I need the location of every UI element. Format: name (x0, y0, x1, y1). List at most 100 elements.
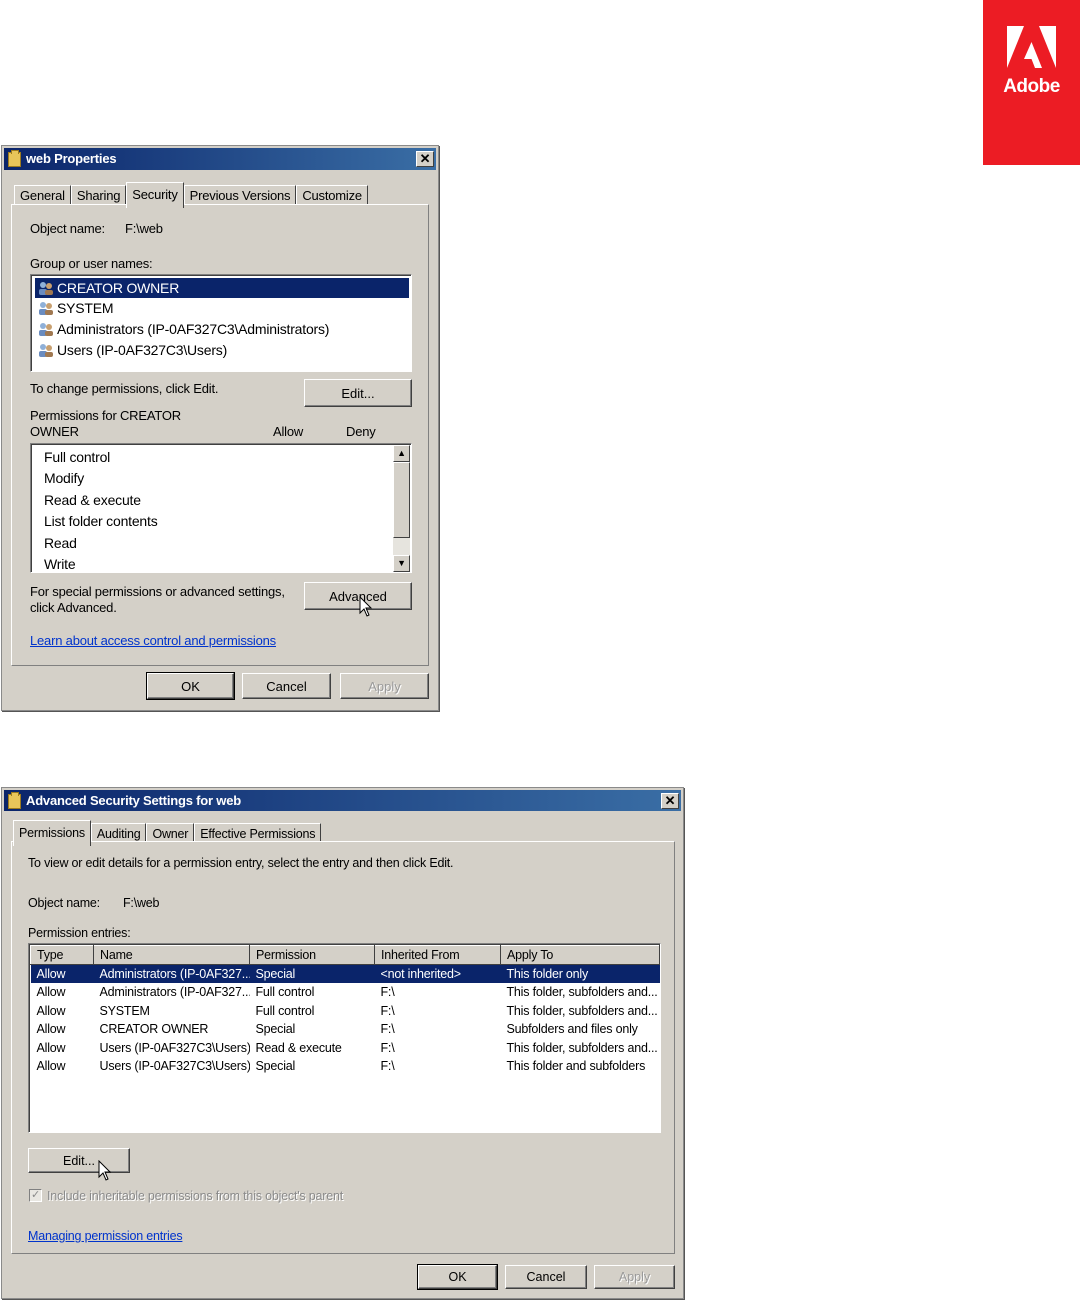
column-header-type[interactable]: Type (30, 945, 94, 965)
allow-column-header: Allow (273, 424, 304, 439)
managing-permission-entries-link[interactable]: Managing permission entries (28, 1229, 183, 1243)
permission-entries-label: Permission entries: (28, 926, 131, 940)
edit-button[interactable]: Edit... (304, 379, 412, 407)
cell-type: Allow (36, 985, 66, 1000)
permission-write: Write (44, 556, 76, 572)
permission-full-control: Full control (44, 449, 111, 465)
user-label: SYSTEM (57, 300, 114, 316)
scroll-thumb[interactable] (393, 462, 410, 538)
ok-button[interactable]: OK (417, 1264, 498, 1290)
tab-security[interactable]: Security (126, 182, 184, 208)
cell-permission: Special (255, 1059, 296, 1074)
apply-button[interactable]: Apply (340, 673, 429, 699)
tab-permissions[interactable]: Permissions (13, 820, 91, 846)
group-icon (39, 323, 53, 336)
user-list[interactable]: CREATOR OWNER SYSTEM Administrators (IP-… (30, 274, 412, 372)
properties-dialog: web Properties ✕ General Sharing Securit… (1, 145, 439, 711)
permissions-list[interactable]: Full control Modify Read & execute List … (30, 443, 412, 573)
column-header-inherited-from[interactable]: Inherited From (374, 945, 501, 965)
title-bar[interactable]: Advanced Security Settings for web ✕ (4, 790, 681, 811)
permission-entries-table[interactable]: Type Name Permission Inherited From Appl… (30, 945, 660, 1076)
object-name-label: Object name: (30, 221, 105, 236)
cell-apply-to: This folder, subfolders and... (506, 1003, 658, 1018)
permissions-panel: To view or edit details for a permission… (11, 841, 675, 1254)
cell-apply-to: This folder and subfolders (506, 1059, 646, 1074)
user-item-creator-owner[interactable]: CREATOR OWNER (34, 277, 410, 299)
cell-type: Allow (36, 1059, 66, 1074)
cell-type: Allow (36, 1003, 66, 1018)
scroll-down-icon[interactable]: ▼ (393, 555, 410, 572)
include-inheritable-checkbox[interactable]: ✓ (29, 1189, 42, 1202)
learn-access-control-link[interactable]: Learn about access control and permissio… (30, 633, 276, 648)
cell-inherited-from: F:\ (380, 985, 395, 1000)
cancel-button[interactable]: Cancel (505, 1265, 587, 1289)
apply-button[interactable]: Apply (594, 1265, 675, 1289)
cell-type: Allow (30, 964, 94, 983)
folder-icon (8, 792, 21, 809)
edit-button[interactable]: Edit... (28, 1148, 130, 1173)
table-row[interactable]: Allow Users (IP-0AF327C3\Users) Special … (31, 1057, 660, 1076)
permission-read: Read (44, 535, 77, 551)
group-label: Group or user names: (30, 256, 153, 271)
advanced-button[interactable]: Advanced (304, 582, 412, 610)
cell-inherited-from: F:\ (380, 1022, 395, 1037)
logo-text: Adobe (1003, 76, 1060, 97)
special-hint-line2: click Advanced. (30, 600, 117, 615)
cell-name: Users (IP-0AF327C3\Users) (99, 1059, 250, 1074)
intro-text: To view or edit details for a permission… (28, 856, 454, 870)
user-item-users[interactable]: Users (IP-0AF327C3\Users) (35, 340, 409, 360)
object-name-value: F:\web (123, 896, 160, 910)
folder-icon (8, 150, 21, 167)
table-row[interactable]: Allow Administrators (IP-0AF327... Full … (31, 983, 660, 1002)
permission-list-folder: List folder contents (44, 513, 158, 529)
cell-inherited-from: F:\ (380, 1059, 395, 1074)
cell-inherited-from: F:\ (380, 1003, 395, 1018)
close-button[interactable]: ✕ (661, 793, 679, 809)
table-row[interactable]: Allow Users (IP-0AF327C3\Users) Read & e… (31, 1039, 660, 1058)
window-title: Advanced Security Settings for web (26, 793, 241, 808)
column-header-permission[interactable]: Permission (249, 945, 375, 965)
mouse-cursor-icon (359, 596, 373, 617)
permission-read-execute: Read & execute (44, 492, 141, 508)
cell-name: CREATOR OWNER (99, 1022, 209, 1037)
special-hint-line1: For special permissions or advanced sett… (30, 584, 285, 599)
cell-permission: Special (255, 1022, 296, 1037)
advanced-security-dialog: Advanced Security Settings for web ✕ Per… (1, 787, 684, 1299)
window-title: web Properties (26, 151, 117, 166)
security-panel: Object name: F:\web Group or user names:… (11, 204, 429, 666)
cell-type: Allow (36, 1040, 66, 1055)
cell-inherited-from: <not inherited> (374, 964, 501, 983)
change-hint: To change permissions, click Edit. (30, 381, 219, 396)
cell-inherited-from: F:\ (380, 1040, 395, 1055)
group-icon (39, 282, 53, 295)
permissions-for-label-line2: OWNER (30, 424, 79, 439)
user-label: Administrators (IP-0AF327C3\Administrato… (57, 321, 330, 337)
cell-name: Administrators (IP-0AF327... (93, 964, 250, 983)
column-header-name[interactable]: Name (93, 945, 250, 965)
close-button[interactable]: ✕ (416, 151, 434, 167)
cell-permission: Read & execute (255, 1040, 342, 1055)
vertical-scrollbar[interactable]: ▲ ▼ (393, 445, 410, 572)
table-row[interactable]: Allow Administrators (IP-0AF327... Speci… (30, 964, 660, 983)
deny-column-header: Deny (346, 424, 376, 439)
object-name-value: F:\web (125, 221, 163, 236)
cell-type: Allow (36, 1022, 66, 1037)
user-label: Users (IP-0AF327C3\Users) (57, 342, 228, 358)
cell-permission: Full control (255, 985, 315, 1000)
object-name-label: Object name: (28, 896, 100, 910)
cell-apply-to: This folder, subfolders and... (506, 985, 658, 1000)
cell-permission: Special (249, 964, 375, 983)
column-header-apply-to[interactable]: Apply To (500, 945, 660, 965)
adobe-logo: Adobe (983, 0, 1080, 165)
user-item-administrators[interactable]: Administrators (IP-0AF327C3\Administrato… (35, 319, 409, 339)
cancel-button[interactable]: Cancel (242, 673, 331, 699)
cell-apply-to: Subfolders and files only (506, 1022, 638, 1037)
scroll-up-icon[interactable]: ▲ (393, 445, 410, 462)
ok-button[interactable]: OK (146, 672, 235, 700)
title-bar[interactable]: web Properties ✕ (4, 148, 436, 170)
user-label: CREATOR OWNER (57, 280, 180, 296)
group-icon (39, 344, 53, 357)
table-row[interactable]: Allow SYSTEM Full control F:\ This folde… (31, 1002, 660, 1021)
user-item-system[interactable]: SYSTEM (35, 298, 409, 318)
table-row[interactable]: Allow CREATOR OWNER Special F:\ Subfolde… (31, 1020, 660, 1039)
